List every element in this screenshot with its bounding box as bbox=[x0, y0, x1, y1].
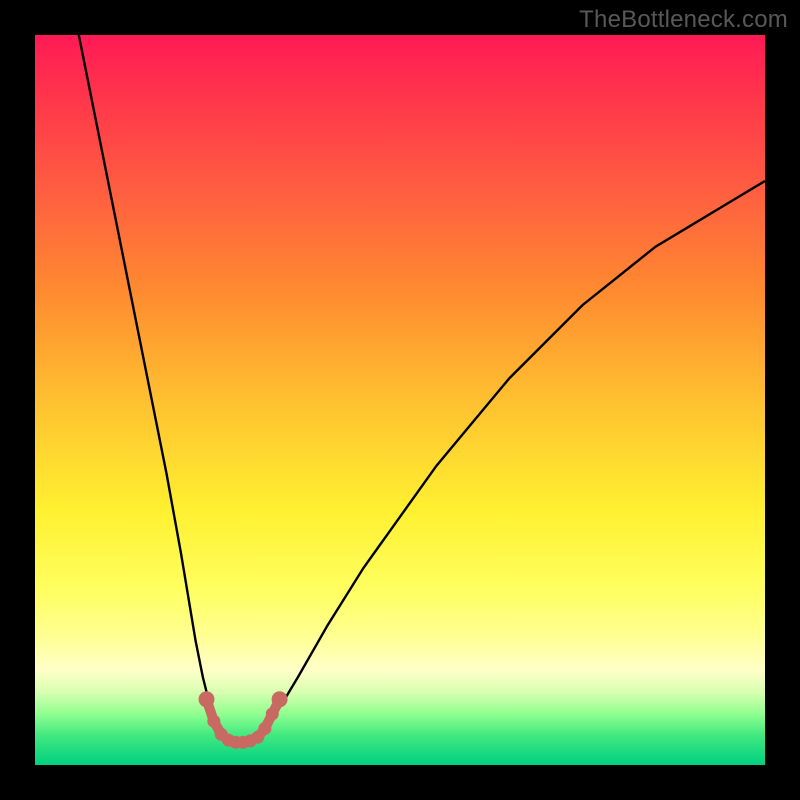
bead-dot bbox=[266, 707, 279, 720]
bead-trough bbox=[199, 691, 288, 749]
watermark-text: TheBottleneck.com bbox=[579, 6, 788, 34]
bead-dot bbox=[199, 691, 215, 707]
chart-frame: TheBottleneck.com bbox=[0, 0, 800, 800]
bead-dot bbox=[258, 722, 271, 735]
plot-area bbox=[35, 35, 765, 765]
curve-layer bbox=[35, 35, 765, 765]
curve-left-branch bbox=[79, 35, 225, 736]
curve-right-branch bbox=[261, 181, 765, 736]
bead-dot bbox=[207, 715, 220, 728]
bead-dot bbox=[272, 691, 288, 707]
